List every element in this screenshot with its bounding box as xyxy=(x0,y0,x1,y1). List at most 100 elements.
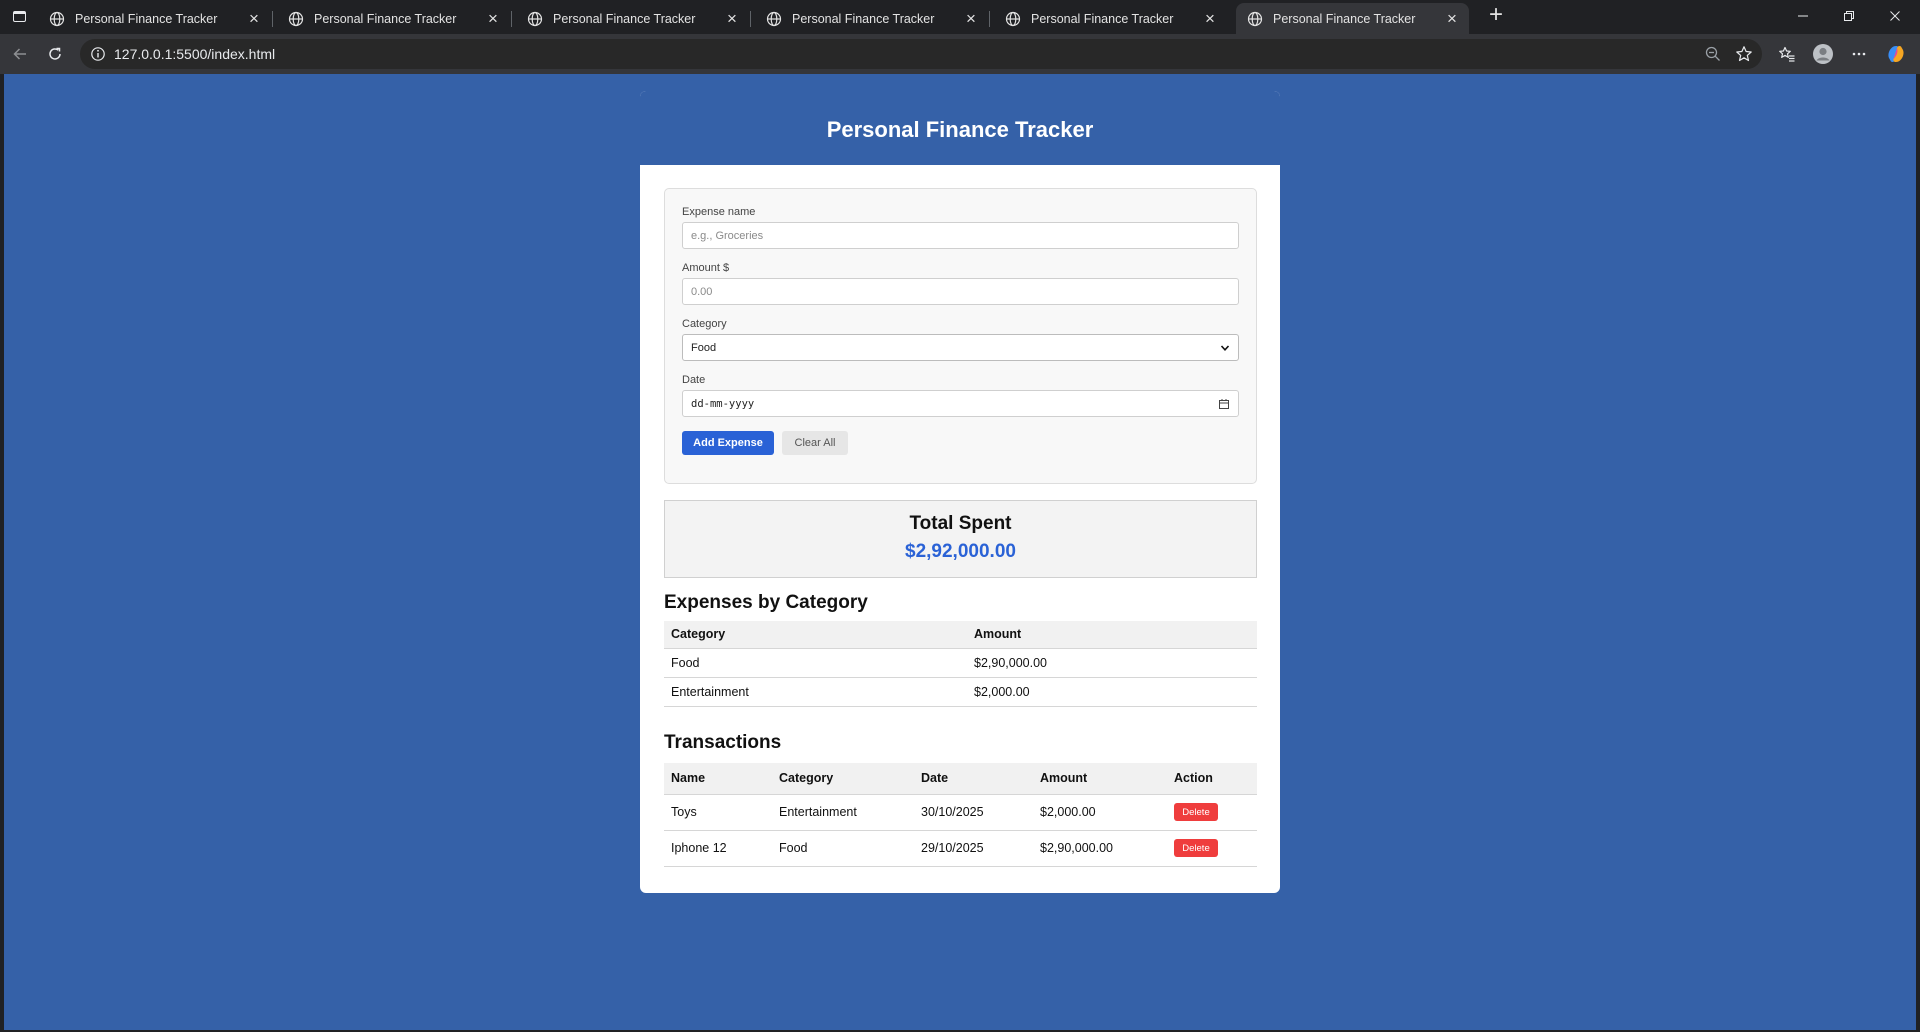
column-header: Action xyxy=(1167,763,1257,795)
new-tab-icon[interactable]: + xyxy=(1484,3,1508,28)
table-cell: Iphone 12 xyxy=(664,830,772,867)
calendar-icon[interactable] xyxy=(1218,398,1230,410)
table-cell: 30/10/2025 xyxy=(914,794,1033,831)
tab-title: Personal Finance Tracker xyxy=(792,11,935,26)
column-header: Amount xyxy=(967,621,1257,649)
tab-divider xyxy=(750,11,751,27)
reload-icon[interactable] xyxy=(43,42,67,66)
browser-tab[interactable]: Personal Finance Tracker × xyxy=(38,3,271,34)
browser-tab-active[interactable]: Personal Finance Tracker × xyxy=(1236,3,1469,34)
browser-tab[interactable]: Personal Finance Tracker × xyxy=(755,3,988,34)
browser-toolbar: 127.0.0.1:5500/index.html xyxy=(0,34,1920,74)
table-cell: Food xyxy=(664,648,967,678)
amount-label: Amount $ xyxy=(682,262,730,274)
globe-icon xyxy=(766,11,782,26)
zoom-out-icon[interactable] xyxy=(1704,45,1722,63)
table-cell: Entertainment xyxy=(772,794,914,831)
amount-input[interactable] xyxy=(682,278,1239,305)
column-header: Category xyxy=(772,763,914,795)
total-spent-card: Total Spent $2,92,000.00 xyxy=(664,500,1257,578)
table-header-row: Name Category Date Amount Action xyxy=(664,763,1257,795)
tab-title: Personal Finance Tracker xyxy=(1031,11,1174,26)
globe-icon xyxy=(1247,11,1263,26)
category-table: Category Amount Food $2,90,000.00 Entert… xyxy=(664,621,1257,707)
date-placeholder: dd-mm-yyyy xyxy=(691,397,755,410)
expense-form: Expense name Amount $ Category Food Date… xyxy=(664,188,1257,484)
category-selected-value: Food xyxy=(691,341,717,354)
tab-title: Personal Finance Tracker xyxy=(553,11,696,26)
chevron-down-icon xyxy=(1220,344,1230,351)
table-header-row: Category Amount xyxy=(664,621,1257,649)
page-title: Personal Finance Tracker xyxy=(826,116,1094,142)
more-options-icon[interactable] xyxy=(1847,42,1871,66)
tab-actions-icon[interactable] xyxy=(10,8,28,24)
url-text: 127.0.0.1:5500/index.html xyxy=(114,46,276,62)
minimize-icon[interactable] xyxy=(1780,0,1826,32)
browser-tab[interactable]: Personal Finance Tracker × xyxy=(516,3,749,34)
close-icon[interactable]: × xyxy=(1443,10,1461,28)
table-row: Iphone 12 Food 29/10/2025 $2,90,000.00 D… xyxy=(664,830,1257,867)
column-header: Name xyxy=(664,763,772,795)
date-input[interactable]: dd-mm-yyyy xyxy=(682,390,1239,417)
table-cell: 29/10/2025 xyxy=(914,830,1033,867)
browser-tab[interactable]: Personal Finance Tracker × xyxy=(994,3,1227,34)
transactions-section-title: Transactions xyxy=(664,732,782,753)
site-info-icon[interactable] xyxy=(90,46,106,62)
tab-divider xyxy=(989,11,990,27)
add-expense-button[interactable]: Add Expense xyxy=(682,431,774,455)
close-icon[interactable]: × xyxy=(962,10,980,28)
tab-title: Personal Finance Tracker xyxy=(1273,11,1416,26)
column-header: Amount xyxy=(1033,763,1167,795)
profile-avatar-icon[interactable] xyxy=(1811,42,1835,66)
address-bar[interactable]: 127.0.0.1:5500/index.html xyxy=(80,39,1762,69)
expense-name-label: Expense name xyxy=(682,206,756,218)
close-icon[interactable]: × xyxy=(484,10,502,28)
table-cell: Toys xyxy=(664,794,772,831)
delete-button[interactable]: Delete xyxy=(1174,839,1218,857)
expense-name-input[interactable] xyxy=(682,222,1239,249)
column-header: Date xyxy=(914,763,1033,795)
copilot-icon[interactable] xyxy=(1884,42,1908,66)
close-window-icon[interactable] xyxy=(1872,0,1918,32)
date-label: Date xyxy=(682,374,706,386)
total-spent-label: Total Spent xyxy=(909,513,1012,534)
clear-all-button[interactable]: Clear All xyxy=(782,431,848,455)
back-icon[interactable] xyxy=(8,42,32,66)
tab-divider xyxy=(272,11,273,27)
table-cell: $2,90,000.00 xyxy=(1033,830,1167,867)
table-cell: $2,90,000.00 xyxy=(967,648,1257,678)
favorites-icon[interactable] xyxy=(1775,42,1799,66)
page-viewport: Personal Finance Tracker Expense name Am… xyxy=(4,74,1916,1030)
category-label: Category xyxy=(682,318,727,330)
table-cell: Delete xyxy=(1167,830,1257,867)
table-row: Food $2,90,000.00 xyxy=(664,648,1257,678)
total-spent-value: $2,92,000.00 xyxy=(905,541,1016,562)
table-cell: $2,000.00 xyxy=(967,677,1257,707)
globe-icon xyxy=(288,11,304,26)
star-icon[interactable] xyxy=(1735,45,1753,63)
close-icon[interactable]: × xyxy=(723,10,741,28)
restore-icon[interactable] xyxy=(1826,0,1872,32)
table-cell: Food xyxy=(772,830,914,867)
category-select[interactable]: Food xyxy=(682,334,1239,361)
browser-tab[interactable]: Personal Finance Tracker × xyxy=(277,3,510,34)
category-section-title: Expenses by Category xyxy=(664,592,868,613)
tab-title: Personal Finance Tracker xyxy=(75,11,218,26)
table-cell: $2,000.00 xyxy=(1033,794,1167,831)
column-header: Category xyxy=(664,621,967,649)
transactions-table: Name Category Date Amount Action Toys En… xyxy=(664,763,1257,867)
tab-title: Personal Finance Tracker xyxy=(314,11,457,26)
close-icon[interactable]: × xyxy=(245,10,263,28)
globe-icon xyxy=(1005,11,1021,26)
app-container: Personal Finance Tracker Expense name Am… xyxy=(640,91,1280,893)
close-icon[interactable]: × xyxy=(1201,10,1219,28)
globe-icon xyxy=(49,11,65,26)
tab-divider xyxy=(511,11,512,27)
table-row: Entertainment $2,000.00 xyxy=(664,677,1257,707)
globe-icon xyxy=(527,11,543,26)
app-header: Personal Finance Tracker xyxy=(640,91,1280,165)
browser-tab-strip: Personal Finance Tracker × Personal Fina… xyxy=(0,0,1920,34)
delete-button[interactable]: Delete xyxy=(1174,803,1218,821)
table-row: Toys Entertainment 30/10/2025 $2,000.00 … xyxy=(664,794,1257,831)
table-cell: Delete xyxy=(1167,794,1257,831)
